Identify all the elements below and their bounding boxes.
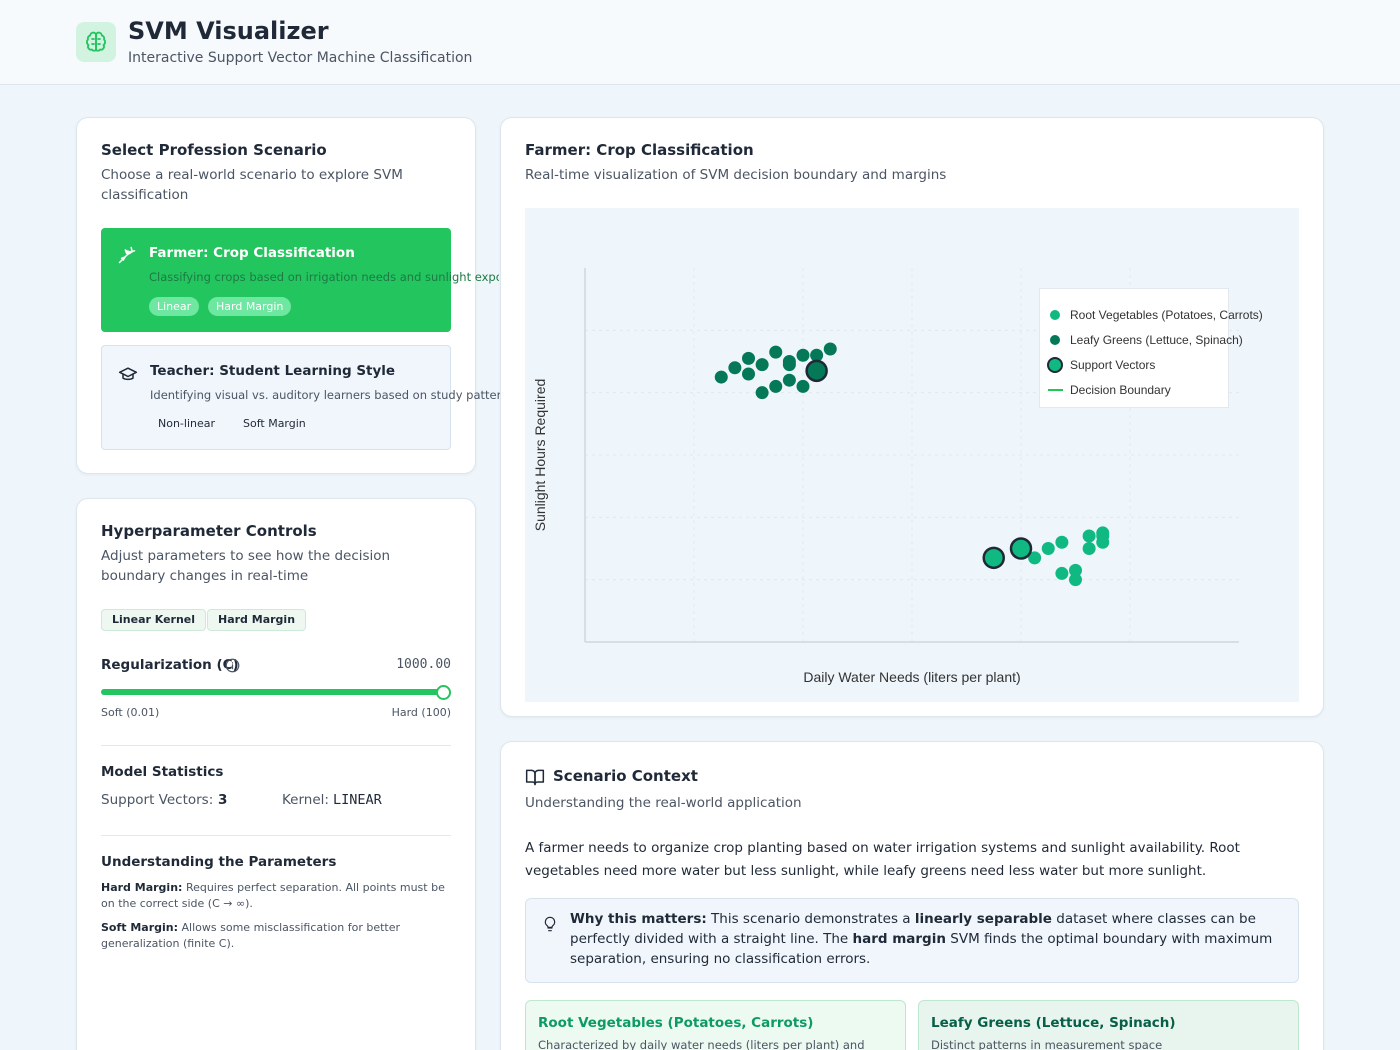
context-title: Scenario Context [553,767,698,785]
data-point-leafy-green [796,379,810,393]
class-card-text: Characterized by daily water needs (lite… [538,1038,865,1050]
hard-margin-term: Hard Margin: [101,881,183,894]
support-vector-point [1009,537,1033,560]
support-vector-point [982,546,1005,570]
wheat-icon [117,245,137,269]
data-point-leafy-green [769,345,783,359]
regularization-value: 1000.00 [396,657,451,672]
class-card-root-vegetables: Root Vegetables (Potatoes, Carrots) Char… [525,1000,906,1050]
scenario-teacher-description: Identifying visual vs. auditory learners… [150,388,500,402]
scenario-farmer-tag-linear: Linear [149,297,200,316]
data-point-root-vegetable [1082,542,1096,555]
hyperparameter-panel: Hyperparameter Controls Adjust parameter… [76,498,476,1050]
info-icon[interactable] [225,658,240,677]
visualization-title: Farmer: Crop Classification [525,141,754,159]
data-point-leafy-green [823,342,837,356]
data-point-leafy-green [769,379,783,393]
lightbulb-icon [542,916,558,936]
data-point-leafy-green [755,358,769,372]
scenario-farmer[interactable]: Farmer: Crop Classification Classifying … [101,228,499,332]
data-point-leafy-green [742,351,755,365]
svm-plot[interactable]: Daily Water Needs (liters per plant) Sun… [525,208,1299,702]
data-point-leafy-green [728,361,742,375]
kernel-label: Kernel: [282,792,329,808]
scenario-panel-title: Select Profession Scenario [101,141,327,159]
class-card-text: Distinct patterns in measurement space [931,1038,1163,1050]
y-axis-label: Sunlight Hours Required [532,379,548,532]
soft-margin-explanation: Soft Margin: Allows some misclassificati… [101,920,451,952]
slider-thumb[interactable] [436,685,451,700]
hyperparameter-title: Hyperparameter Controls [101,522,317,540]
regularization-slider[interactable] [101,685,451,701]
support-vectors-value: 3 [218,792,228,808]
visualization-description: Real-time visualization of SVM decision … [525,167,947,183]
context-body: A farmer needs to organize crop planting… [525,840,1240,879]
brain-icon [76,22,116,62]
graduation-cap-icon [118,364,138,388]
data-point-root-vegetable [1055,535,1069,549]
why-this-matters-text: Why this matters: This scenario demonstr… [570,909,1282,969]
app-subtitle: Interactive Support Vector Machine Class… [128,50,473,66]
slider-fill [101,689,443,695]
divider [101,835,451,836]
support-vectors-label: Support Vectors: [101,792,214,808]
book-icon [525,767,545,791]
data-point-leafy-green [755,386,769,400]
chart-legend: Root Vegetables (Potatoes, Carrots) Leaf… [1039,288,1263,408]
scatter-chart: Daily Water Needs (liters per plant) Sun… [532,268,1239,685]
data-point-leafy-green [714,370,728,384]
data-point-root-vegetable [1069,563,1082,577]
scenario-panel: Select Profession Scenario Choose a real… [76,117,500,474]
x-axis-label: Daily Water Needs (liters per plant) [803,669,1020,685]
app-title: SVM Visualizer [128,17,329,45]
data-point-root-vegetable [1041,542,1055,555]
data-point-root-vegetable [1082,529,1096,543]
class-card-title: Leafy Greens (Lettuce, Spinach) [931,1015,1176,1031]
scenario-farmer-description: Classifying crops based on irrigation ne… [149,270,499,284]
scenario-farmer-tag-hard-margin: Hard Margin [208,297,292,316]
model-stats-title: Model Statistics [101,764,224,780]
hard-margin-explanation: Hard Margin: Requires perfect separation… [101,880,451,912]
scenario-panel-description: Choose a real-world scenario to explore … [101,167,403,203]
class-card-leafy-greens: Leafy Greens (Lettuce, Spinach) Distinct… [918,1000,1299,1050]
why-label: Why this matters: [570,911,707,927]
kernel-value: LINEAR [333,792,382,808]
tag-linear-kernel: Linear Kernel [101,609,207,631]
scenario-farmer-title: Farmer: Crop Classification [149,245,355,261]
tag-hard-margin: Hard Margin [207,609,307,631]
context-description: Understanding the real-world application [525,795,802,811]
app-header: SVM Visualizer Interactive Support Vecto… [0,0,1400,85]
slider-max-label: Hard (100) [391,706,451,719]
why-bold-1: linearly separable [914,911,1052,927]
data-point-root-vegetable [1055,566,1069,580]
divider [101,745,451,746]
data-point-leafy-green [782,373,796,387]
why-this-matters-box: Why this matters: This scenario demonstr… [525,898,1299,983]
why-bold-2: hard margin [852,931,946,947]
scenario-teacher-tag-nonlinear: Non-linear [158,417,216,430]
data-point-leafy-green [796,348,810,362]
understanding-title: Understanding the Parameters [101,854,337,870]
hyperparameter-description: Adjust parameters to see how the decisio… [101,548,391,584]
data-point-root-vegetable [1096,529,1110,543]
class-card-title: Root Vegetables (Potatoes, Carrots) [538,1015,814,1031]
data-point-leafy-green [742,367,755,381]
scenario-teacher-tag-soft-margin: Soft Margin [243,417,306,430]
data-point-leafy-green [782,358,796,372]
why-text-1: This scenario demonstrates a [706,911,915,927]
support-vector-point [805,359,828,383]
slider-min-label: Soft (0.01) [101,706,160,719]
soft-margin-term: Soft Margin: [101,921,179,934]
regularization-label: Regularization (C) [101,657,239,673]
scenario-teacher[interactable]: Teacher: Student Learning Style Identify… [101,345,500,450]
scenario-teacher-title: Teacher: Student Learning Style [150,363,396,379]
